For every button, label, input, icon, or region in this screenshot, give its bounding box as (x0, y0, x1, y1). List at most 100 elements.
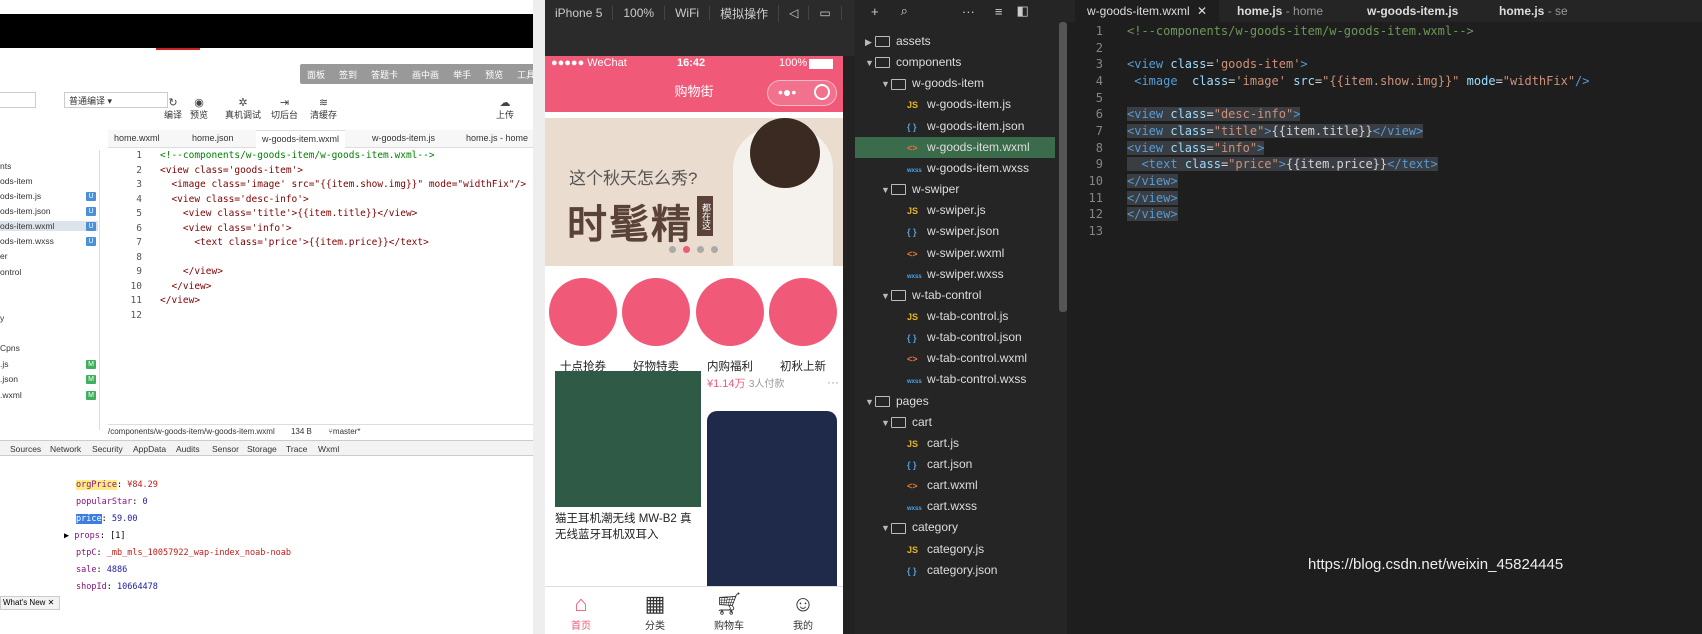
remote-debug-button[interactable]: ✲ 真机调试 (225, 96, 261, 121)
swiper-dot[interactable] (669, 246, 676, 253)
env-select[interactable] (0, 92, 36, 108)
file-item[interactable]: JS cart.js (855, 433, 1055, 454)
toolbar-btn-raise-hand[interactable]: 举手 (446, 68, 478, 81)
tab-profile[interactable]: ☺ 我的 (773, 591, 833, 632)
more-icon[interactable]: ··· (827, 375, 839, 389)
file-item[interactable]: <> w-tab-control.wxml (855, 348, 1055, 369)
file-tree-item[interactable]: Cpns (0, 343, 20, 353)
devtab-storage[interactable]: Storage (247, 444, 277, 454)
toolbar-btn-signin[interactable]: 签到 (332, 68, 364, 81)
folder-item[interactable]: ▼ cart (855, 412, 1055, 433)
folder-item[interactable]: ▼ w-swiper (855, 179, 1055, 200)
devtab-appdata[interactable]: AppData (133, 444, 166, 454)
tab-w-goods-item-wxml[interactable]: w-goods-item.wxml (256, 130, 346, 148)
chevron-down-icon[interactable]: ▼ (881, 518, 891, 539)
chevron-down-icon[interactable]: ▼ (881, 286, 891, 307)
file-tree-item[interactable]: .json (0, 374, 18, 384)
code-line[interactable]: 5 (1067, 91, 1702, 108)
console-row[interactable]: price: 59.00 (76, 514, 137, 524)
file-item[interactable]: JS w-swiper.js (855, 200, 1055, 221)
file-item[interactable]: <> cart.wxml (855, 475, 1055, 496)
network-select[interactable]: WiFi (665, 6, 711, 20)
chevron-right-icon[interactable]: ▶ (865, 32, 875, 53)
file-tree-item[interactable]: ods-item (0, 176, 33, 186)
code-line[interactable]: 1 <!--components/w-goods-item/w-goods-ite… (1067, 24, 1702, 41)
file-tree-item[interactable]: y (0, 313, 4, 323)
file-tree-item-selected[interactable]: ods-item.wxml (0, 221, 98, 231)
toolbar-btn-answer[interactable]: 答题卡 (364, 68, 405, 81)
file-tree-item[interactable]: ontrol (0, 267, 21, 277)
chevron-down-icon[interactable]: ▼ (865, 392, 875, 413)
console-row[interactable]: popularStar: 0 (76, 497, 148, 507)
close-app-icon[interactable] (814, 84, 830, 100)
devtab-trace[interactable]: Trace (286, 444, 307, 454)
tab-home-js-2[interactable]: home.js - se (1487, 0, 1580, 22)
rotate-icon[interactable]: ▭ (809, 6, 842, 20)
code-line[interactable]: 8 <view class="info"> (1067, 140, 1702, 158)
swiper-dot[interactable] (711, 246, 718, 253)
explorer-scrollbar[interactable] (1059, 22, 1067, 312)
folder-item[interactable]: ▼ category (855, 517, 1055, 538)
zoom-select[interactable]: 100% (613, 6, 666, 20)
file-tree-item[interactable]: ods-item.js (0, 191, 41, 201)
chevron-down-icon[interactable]: ▼ (865, 53, 875, 74)
console-row[interactable]: orgPrice: ¥84.29 (76, 480, 158, 490)
code-line[interactable]: 4 <image class='image' src="{{item.show.… (1067, 74, 1702, 91)
file-item[interactable]: { } w-goods-item.json (855, 116, 1055, 137)
close-icon[interactable]: ✕ (1197, 4, 1207, 18)
add-icon[interactable]: + (871, 4, 879, 19)
file-item[interactable]: <> w-goods-item.wxml (855, 136, 1055, 158)
expand-arrow-icon[interactable]: ▶ (64, 531, 69, 541)
category-item[interactable]: 初秋上新 (767, 278, 839, 374)
console-row[interactable]: sale: 4886 (76, 565, 127, 575)
code-line[interactable]: 10 </view> (1067, 173, 1702, 191)
file-item[interactable]: { } w-tab-control.json (855, 327, 1055, 348)
goods-item[interactable]: 猫王耳机潮无线 MW-B2 真无线蓝牙耳机双耳入 (555, 371, 701, 611)
file-item[interactable]: wxss w-goods-item.wxss (855, 158, 1055, 179)
devtab-network[interactable]: Network (50, 444, 81, 454)
swiper-dot-active[interactable] (683, 246, 690, 253)
tab-home-js[interactable]: home.js - home (466, 133, 528, 143)
file-item[interactable]: wxss w-swiper.wxss (855, 264, 1055, 285)
whats-new-tab[interactable]: What's New ✕ (0, 596, 60, 610)
simulate-select[interactable]: 模拟操作 (710, 4, 780, 22)
simulator-scrollbar[interactable] (843, 56, 855, 634)
category-item[interactable]: 内购福利 (694, 278, 766, 374)
file-tree-item[interactable]: ods-item.wxss (0, 236, 54, 246)
code-line[interactable]: 13 (1067, 224, 1702, 241)
category-item[interactable]: 好物特卖 (620, 278, 692, 374)
folder-item[interactable]: ▼ components (855, 52, 1055, 73)
category-item[interactable]: 十点抢券 (547, 278, 619, 374)
code-line[interactable]: 11 </view> (1067, 190, 1702, 208)
search-icon[interactable]: ⌕ (901, 3, 908, 19)
left-code-editor[interactable]: 1 <!--components/w-goods-item/w-goods-ite… (108, 150, 538, 420)
upload-button[interactable]: ☁ 上传 (496, 96, 514, 121)
tab-w-goods-item-wxml[interactable]: w-goods-item.wxml ✕ (1075, 0, 1220, 22)
file-tree-item[interactable]: nts (0, 161, 11, 171)
file-item[interactable]: wxss cart.wxss (855, 496, 1055, 517)
file-item[interactable]: { } category.json (855, 560, 1055, 581)
devtab-wxml[interactable]: Wxml (318, 444, 339, 454)
chevron-down-icon[interactable]: ▼ (881, 413, 891, 434)
status-branch[interactable]: master* (333, 427, 361, 436)
code-line[interactable]: 3 <view class='goods-item'> (1067, 57, 1702, 74)
devtab-audits[interactable]: Audits (176, 444, 200, 454)
file-tree-item[interactable]: er (0, 251, 8, 261)
split-icon[interactable]: ◧ (1016, 3, 1028, 19)
console-row[interactable]: ptpC: _mb_mls_10057922_wap-index_noab-no… (76, 548, 291, 558)
devtab-sensor[interactable]: Sensor (212, 444, 239, 454)
swiper-dot[interactable] (697, 246, 704, 253)
tab-w-goods-item-js[interactable]: w-goods-item.js (1355, 0, 1470, 22)
swiper-banner[interactable]: 这个秋天怎么秀? 时髦精 都在这 (545, 118, 843, 266)
folder-item[interactable]: ▼ w-tab-control (855, 285, 1055, 306)
chevron-down-icon[interactable]: ▼ (881, 180, 891, 201)
code-line[interactable]: 2 (1067, 41, 1702, 58)
code-line[interactable]: 7 <view class="title">{{item.title}}</vie… (1067, 123, 1702, 141)
compile-button[interactable]: ↻ 编译 (164, 96, 182, 121)
compile-mode-select[interactable]: 普通编译 ▾ (64, 92, 168, 108)
file-item[interactable]: JS w-goods-item.js (855, 94, 1055, 115)
tab-home[interactable]: ⌂ 首页 (551, 591, 611, 632)
collapse-icon[interactable]: ≡ (995, 4, 1003, 19)
tab-home-wxml[interactable]: home.wxml (114, 133, 160, 143)
device-select[interactable]: iPhone 5 (545, 6, 614, 20)
